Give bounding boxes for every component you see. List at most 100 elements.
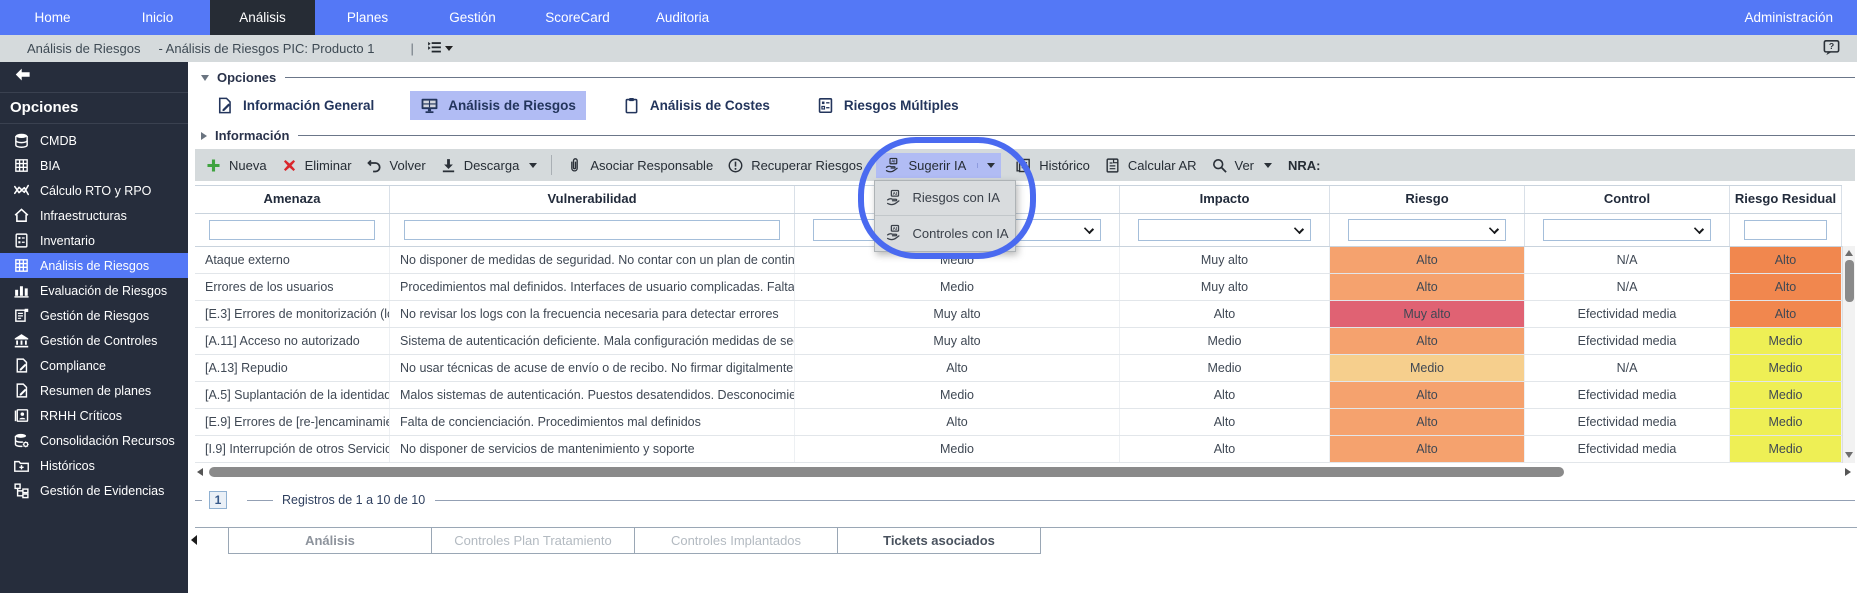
sidebar-item-consolidacion-recursos[interactable]: Consolidación Recursos [0,428,188,453]
scroll-down-icon[interactable] [1845,452,1853,458]
breadcrumb-section: Análisis de Riesgos [27,41,140,56]
scroll-up-icon[interactable] [1845,250,1853,256]
svg-text:AI: AI [892,158,896,163]
bottom-tabs: AnálisisControles Plan TratamientoContro… [228,528,1041,554]
nav-item-inicio[interactable]: Inicio [105,0,210,35]
volver-button[interactable]: Volver [366,157,426,174]
column-header-riesgo[interactable]: Riesgo [1330,186,1525,213]
breadcrumb-pipe: | [411,41,414,56]
main-tabs: Información General Análisis de Riesgos An… [205,91,1857,120]
historico-button[interactable]: Histórico [1015,157,1090,174]
horizontal-scroll-thumb[interactable] [209,467,1564,477]
horizontal-scroll-track[interactable] [209,467,1839,477]
divider [195,500,202,501]
tab-informacion-general[interactable]: Información General [205,91,384,120]
asociar-responsable-button[interactable]: Asociar Responsable [566,157,713,174]
descarga-button[interactable]: Descarga [440,157,538,174]
toolbar: Nueva Eliminar Volver Descarga Asociar Respo… [195,149,1855,181]
bottom-tab-controles-plan-tratamiento[interactable]: Controles Plan Tratamiento [432,528,635,554]
bank-icon [13,332,30,349]
help-icon[interactable]: ? [1822,38,1841,60]
chevron-down-icon [1489,224,1499,234]
page-number-button[interactable]: 1 [209,491,227,509]
sidebar-collapse-button[interactable] [0,62,188,93]
filter-riesgo-residual-input[interactable] [1744,220,1827,240]
sidebar-item-historicos[interactable]: Históricos [0,453,188,478]
table-row[interactable]: [A.5] Suplantación de la identidad del u… [195,382,1855,409]
button-label: Nueva [229,158,267,173]
nav-item-analisis[interactable]: Análisis [210,0,315,35]
collapse-down-icon[interactable] [201,75,209,81]
nueva-button[interactable]: Nueva [205,157,267,174]
horizontal-scrollbar[interactable] [195,465,1855,479]
tab-analisis-de-costes[interactable]: Análisis de Costes [612,91,780,120]
nav-item-planes[interactable]: Planes [315,0,420,35]
menu-item-controles-con-ia[interactable]: AIControles con IA [875,216,1015,251]
filter-impacto-select[interactable] [1138,219,1311,241]
nav-item-home[interactable]: Home [0,0,105,35]
table-row[interactable]: [E.9] Errores de [re-]encaminamientoFalt… [195,409,1855,436]
menu-item-riesgos-con-ia[interactable]: AIRiesgos con IA [875,181,1015,216]
tab-analisis-de-riesgos[interactable]: Análisis de Riesgos [410,91,586,120]
scroll-left-icon[interactable] [197,468,203,476]
nav-item-auditoria[interactable]: Auditoria [630,0,735,35]
sidebar-item-calculo-rto-y-rpo[interactable]: Cálculo RTO y RPO [0,178,188,203]
sidebar-item-bia[interactable]: BIA [0,153,188,178]
sidebar-item-resumen-de-planes[interactable]: Resumen de planes [0,378,188,403]
cell-control: N/A [1525,274,1730,300]
bottom-tab-tickets-asociados[interactable]: Tickets asociados [838,528,1041,554]
filter-vulnerabilidad-input[interactable] [404,220,780,240]
collapse-right-icon[interactable] [201,132,207,140]
list-menu-icon [426,39,443,56]
column-header-riesgo-residual[interactable]: Riesgo Residual [1730,186,1842,213]
nav-item-gestion[interactable]: Gestión [420,0,525,35]
tab-riesgos-multiples[interactable]: Riesgos Múltiples [806,91,969,120]
chevron-down-icon [1084,224,1094,234]
scroll-right-icon[interactable] [1845,468,1851,476]
table-row[interactable]: [A.11] Acceso no autorizadoSistema de au… [195,328,1855,355]
nav-item-scorecard[interactable]: ScoreCard [525,0,630,35]
sidebar-item-evaluacion-de-riesgos[interactable]: Evaluación de Riesgos [0,278,188,303]
vertical-scroll-thumb[interactable] [1845,260,1854,302]
cell-vulnerabilidad: No revisar los logs con la frecuencia ne… [390,301,795,327]
risk-level-badge: Medio [1730,382,1841,408]
sidebar-item-gestion-de-riesgos[interactable]: Gestión de Riesgos [0,303,188,328]
bottom-tab-controles-implantados[interactable]: Controles Implantados [635,528,838,554]
ai-hand-icon: AI [884,157,901,174]
table-body: Ataque externoNo disponer de medidas de … [195,247,1855,463]
column-header-impacto[interactable]: Impacto [1120,186,1330,213]
eliminar-button[interactable]: Eliminar [281,157,352,174]
cell-control: N/A [1525,247,1730,273]
calcular-ar-button[interactable]: Calcular AR [1104,157,1197,174]
sidebar-item-infraestructuras[interactable]: Infraestructuras [0,203,188,228]
sidebar-item-compliance[interactable]: Compliance [0,353,188,378]
column-header-amenaza[interactable]: Amenaza [195,186,390,213]
sidebar-item-cmdb[interactable]: CMDB [0,128,188,153]
column-header-control[interactable]: Control [1525,186,1730,213]
table-row[interactable]: Ataque externoNo disponer de medidas de … [195,247,1855,274]
list-menu-icon[interactable] [426,39,443,59]
bottom-tab-analisis[interactable]: Análisis [229,528,432,554]
vertical-scrollbar[interactable] [1842,246,1855,463]
table-row[interactable]: [E.3] Errores de monitorización (log)No … [195,301,1855,328]
table-row[interactable]: [I.9] Interrupción de otros Servicios y … [195,436,1855,463]
filter-amenaza-input[interactable] [209,220,375,240]
filter-control-select[interactable] [1543,219,1711,241]
recuperar-riesgos-button[interactable]: Recuperar Riesgos [727,157,862,174]
sidebar-item-gestion-de-controles[interactable]: Gestión de Controles [0,328,188,353]
ver-button[interactable]: Ver [1211,157,1273,174]
collapse-left-icon[interactable] [191,535,197,545]
sidebar-item-analisis-de-riesgos[interactable]: Análisis de Riesgos [0,253,188,278]
sidebar-item-rrhh-criticos[interactable]: RRHH Críticos [0,403,188,428]
sidebar-item-inventario[interactable]: Inventario [0,228,188,253]
risk-level-badge: Medio [1730,409,1841,435]
sugerir-ia-button[interactable]: AISugerir IA [876,153,1001,178]
sidebar-item-gestion-de-evidencias[interactable]: Gestión de Evidencias [0,478,188,503]
filter-riesgo-select[interactable] [1348,219,1506,241]
dropdown-caret[interactable] [977,163,995,168]
table-row[interactable]: [A.13] RepudioNo usar técnicas de acuse … [195,355,1855,382]
nav-item-administracion[interactable]: Administración [1744,0,1857,35]
column-header-vulnerabilidad[interactable]: Vulnerabilidad [390,186,795,213]
divider [298,135,1855,136]
table-row[interactable]: Errores de los usuariosProcedimientos ma… [195,274,1855,301]
